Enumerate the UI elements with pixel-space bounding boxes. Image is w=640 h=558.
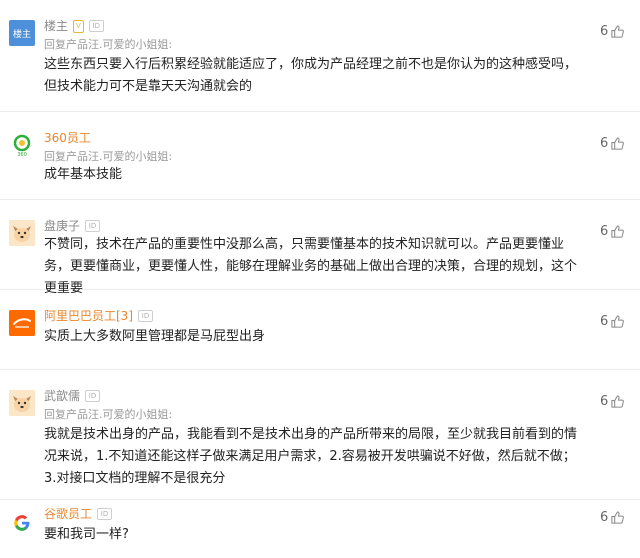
thumbs-up-icon [611,511,625,524]
comment-item: 楼主 楼主 V ID 回复产品汪.可爱的小姐姐: 这些东西只要入行后积累经验就能… [0,0,640,112]
comment-item: 360 360员工 回复产品汪.可爱的小姐姐: 成年基本技能 6 [0,112,640,200]
id-badge: ID [138,310,153,322]
like-count: 6 [600,24,609,39]
google-logo-icon [14,515,30,531]
username[interactable]: 谷歌员工 [44,506,92,522]
verified-badge: V [73,19,84,33]
avatar[interactable] [9,310,35,336]
comment-meta: 360员工 [44,130,91,146]
username[interactable]: 楼主 [44,18,68,34]
comment-body: 我就是技术出身的产品，我能看到不是技术出身的产品所带来的局限，至少就我目前看到的… [44,427,578,486]
comment-item: 阿里巴巴员工[3] ID 实质上大多数阿里管理都是马屁型出身 6 [0,290,640,370]
like-button[interactable]: 6 [600,394,625,409]
like-count: 6 [600,314,609,329]
avatar[interactable] [9,220,35,246]
username[interactable]: 360员工 [44,130,91,146]
comment-meta: 武歆儒 ID [44,388,101,404]
thumbs-up-icon [611,395,625,408]
comment-meta: 谷歌员工 ID [44,506,113,522]
like-button[interactable]: 6 [600,136,625,151]
thumbs-up-icon [611,225,625,238]
reply-to-label: 回复产品汪.可爱的小姐姐: [44,408,173,421]
id-badge: ID [85,220,101,232]
comment-body: 实质上大多数阿里管理都是马屁型出身 [44,329,266,344]
reply-to-label: 回复产品汪.可爱的小姐姐: [44,38,173,51]
like-count: 6 [600,224,609,239]
username[interactable]: 武歆儒 [44,388,80,404]
avatar-label: 360 [17,152,27,158]
comment-item: 谷歌员工 ID 要和我司一样? 6 [0,500,640,558]
reply-to-label: 回复产品汪.可爱的小姐姐: [44,150,173,163]
avatar[interactable]: 楼主 [9,20,35,46]
comment-meta: 盘庚子 ID [44,218,101,234]
avatar-label: 楼主 [12,29,31,40]
comment-item: 武歆儒 ID 回复产品汪.可爱的小姐姐: 我就是技术出身的产品，我能看到不是技术… [0,370,640,500]
thumbs-up-icon [611,137,625,150]
like-button[interactable]: 6 [600,510,625,525]
comment-item: 盘庚子 ID 不赞同，技术在产品的重要性中没那么高，只需要懂基本的技术知识就可以… [0,200,640,296]
dog-face-icon [9,390,35,416]
like-count: 6 [600,136,609,151]
comment-meta: 楼主 V ID [44,18,104,34]
like-button[interactable]: 6 [600,314,625,329]
avatar[interactable] [9,390,35,416]
id-badge: ID [88,20,104,32]
avatar[interactable] [9,510,35,536]
like-count: 6 [600,510,609,525]
comment-body: 要和我司一样? [44,527,129,542]
username[interactable]: 盘庚子 [44,218,80,234]
360-logo-icon: 360 [13,134,31,158]
id-badge: ID [85,390,101,402]
thumbs-up-icon [611,315,625,328]
comment-body: 成年基本技能 [44,167,123,182]
id-badge: ID [97,508,113,520]
avatar[interactable]: 360 [9,132,35,158]
like-count: 6 [600,394,609,409]
thumbs-up-icon [611,25,625,38]
like-button[interactable]: 6 [600,224,625,239]
dog-face-icon [9,220,35,246]
comment-body: 这些东西只要入行后积累经验就能适应了，你成为产品经理之前不也是你认为的这种感受吗… [44,57,578,94]
alibaba-logo-icon [9,310,35,336]
username[interactable]: 阿里巴巴员工[3] [44,308,133,324]
comment-meta: 阿里巴巴员工[3] ID [44,308,153,324]
like-button[interactable]: 6 [600,24,625,39]
